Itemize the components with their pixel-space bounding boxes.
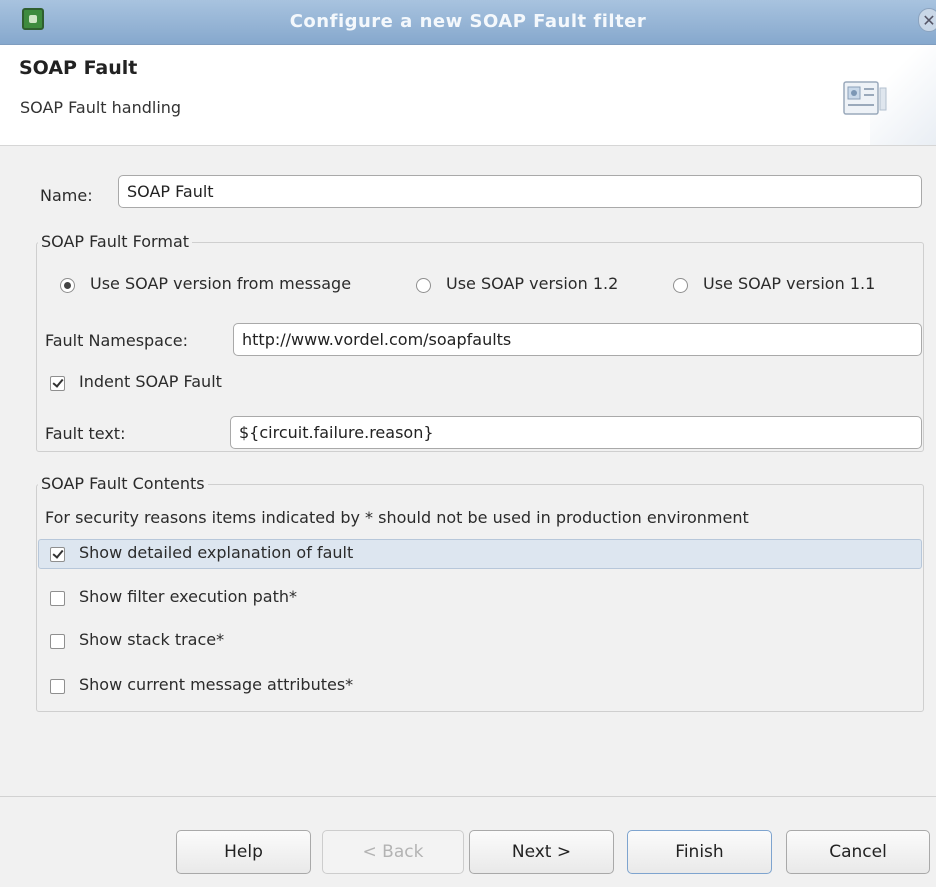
show-stack-trace-label: Show stack trace*: [79, 630, 225, 649]
wizard-header: SOAP Fault SOAP Fault handling: [0, 45, 936, 145]
radio-soap-1-2-label: Use SOAP version 1.2: [446, 274, 619, 293]
radio-soap-1-1[interactable]: [673, 278, 688, 293]
next-button[interactable]: Next >: [469, 830, 614, 874]
help-button[interactable]: Help: [176, 830, 311, 874]
indent-soap-fault-checkbox[interactable]: [50, 376, 65, 391]
fault-text-field[interactable]: ${circuit.failure.reason}: [230, 416, 922, 449]
finish-button[interactable]: Finish: [627, 830, 772, 874]
name-label: Name:: [40, 186, 93, 205]
show-message-attributes-checkbox[interactable]: [50, 679, 65, 694]
cancel-button[interactable]: Cancel: [786, 830, 930, 874]
fault-namespace-field[interactable]: http://www.vordel.com/soapfaults: [233, 323, 922, 356]
show-detailed-explanation-checkbox[interactable]: [50, 547, 65, 562]
fault-text-label: Fault text:: [45, 424, 126, 443]
window-titlebar: Configure a new SOAP Fault filter ✕: [0, 0, 936, 45]
security-note: For security reasons items indicated by …: [45, 508, 749, 527]
radio-soap-from-message-label: Use SOAP version from message: [90, 274, 352, 293]
fault-namespace-label: Fault Namespace:: [45, 331, 189, 350]
radio-soap-1-1-label: Use SOAP version 1.1: [703, 274, 876, 293]
page-subtitle: SOAP Fault handling: [20, 98, 182, 117]
radio-soap-1-2[interactable]: [416, 278, 431, 293]
show-stack-trace-checkbox[interactable]: [50, 634, 65, 649]
page-title: SOAP Fault: [19, 57, 138, 79]
show-detailed-explanation-label: Show detailed explanation of fault: [79, 543, 354, 562]
window-title: Configure a new SOAP Fault filter: [289, 11, 647, 32]
wizard-document-icon: [843, 81, 887, 115]
back-button[interactable]: < Back: [322, 830, 464, 874]
radio-soap-from-message[interactable]: [60, 278, 75, 293]
show-filter-execution-path-label: Show filter execution path*: [79, 587, 297, 606]
show-filter-execution-path-checkbox[interactable]: [50, 591, 65, 606]
show-message-attributes-label: Show current message attributes*: [79, 675, 354, 694]
dialog-content: Name: SOAP Fault SOAP Fault Format Use S…: [0, 146, 936, 796]
soap-fault-format-legend: SOAP Fault Format: [38, 232, 193, 251]
soap-fault-contents-legend: SOAP Fault Contents: [38, 474, 208, 493]
close-button[interactable]: ✕: [918, 8, 936, 32]
indent-soap-fault-label: Indent SOAP Fault: [79, 372, 222, 391]
dialog-footer: Help < Back Next > Finish Cancel: [0, 796, 936, 887]
name-field[interactable]: SOAP Fault: [118, 175, 922, 208]
